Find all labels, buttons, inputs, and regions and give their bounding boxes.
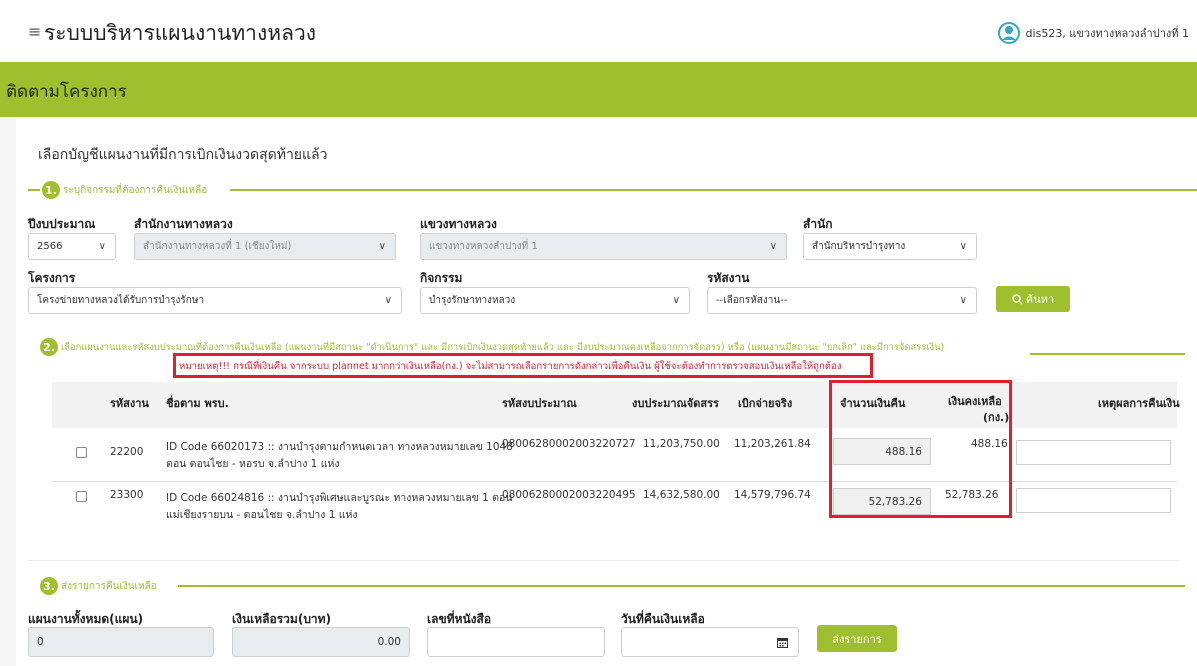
search-icon — [1012, 293, 1023, 304]
project-select[interactable]: โครงข่ายทางหลวงได้รับการบำรุงรักษา ∨ — [28, 287, 402, 314]
section3-divider — [178, 585, 1185, 587]
section1-number: 1. — [42, 181, 60, 199]
section1-legend: 1. ระบุกิจกรรมที่ต้องการคืนเงินเหลือ — [28, 181, 207, 199]
col-code: รหัสงาน — [110, 397, 149, 410]
row-code: 22200 — [110, 446, 144, 458]
section2-number: 2. — [40, 338, 58, 356]
row-paid: 14,579,796.74 — [734, 489, 811, 501]
submit-button[interactable]: ส่งรายการ — [817, 625, 897, 652]
fiscal-year-label: ปีงบประมาณ — [28, 217, 96, 231]
fiscal-year-value: 2566 — [37, 241, 63, 252]
hamburger-icon[interactable]: ≡ — [28, 22, 41, 41]
calendar-icon[interactable] — [777, 637, 788, 648]
row-checkbox[interactable] — [76, 447, 87, 458]
row-name-line1: ID Code 66024816 :: งานบำรุงพิเศษและบูรณ… — [166, 492, 513, 504]
bureau-value: สำนักบริหารบำรุงทาง — [812, 241, 906, 252]
total-remaining-field: 0.00 — [232, 627, 410, 657]
activity-select[interactable]: บำรุงรักษาทางหลวง ∨ — [420, 287, 690, 314]
row-name-line2: แม่เชียงรายบน - ดอนไชย จ.ลำปาง 1 แห่ง — [166, 509, 358, 521]
row-reason-input[interactable] — [1016, 440, 1171, 465]
row-reason-input[interactable] — [1016, 488, 1171, 513]
total-plans-field: 0 — [28, 627, 214, 657]
fiscal-year-select[interactable]: 2566 ∨ — [28, 233, 116, 260]
section3-number: 3. — [40, 577, 58, 595]
chevron-down-icon: ∨ — [98, 241, 106, 252]
user-menu[interactable]: dis523, แขวงทางหลวงลำปางที่ 1 — [997, 22, 1189, 44]
work-code-label: รหัสงาน — [707, 271, 750, 285]
lead-text: เลือกบัญชีแผนงานที่มีการเบิกเงินงวดสุดท้… — [38, 147, 328, 163]
refund-date-input[interactable] — [621, 627, 799, 657]
row-allocated: 14,632,580.00 — [643, 489, 720, 501]
user-label: dis523, แขวงทางหลวงลำปางที่ 1 — [1025, 27, 1189, 40]
row-paid: 11,203,261.84 — [734, 438, 811, 450]
project-value: โครงข่ายทางหลวงได้รับการบำรุงรักษา — [37, 295, 205, 306]
highway-district-value: แขวงทางหลวงลำปางที่ 1 — [429, 241, 538, 252]
col-allocated: งบประมาณจัดสรร — [632, 397, 719, 410]
row-checkbox[interactable] — [76, 491, 87, 502]
row-name-line1: ID Code 66020173 :: งานบำรุงตามกำหนดเวลา… — [166, 441, 513, 453]
section2-divider — [1030, 353, 1185, 355]
search-button-label: ค้นหา — [1025, 293, 1055, 306]
chevron-down-icon: ∨ — [378, 241, 386, 252]
chevron-down-icon: ∨ — [384, 295, 392, 306]
col-budget-code: รหัสงบประมาณ — [502, 397, 577, 410]
section1-divider — [230, 189, 1197, 191]
row-allocated: 11,203,750.00 — [643, 438, 720, 450]
work-code-select[interactable]: --เลือกรหัสงาน-- ∨ — [707, 287, 977, 314]
chevron-down-icon: ∨ — [959, 241, 967, 252]
section1-title: ระบุกิจกรรมที่ต้องการคืนเงินเหลือ — [63, 184, 208, 196]
doc-no-input[interactable] — [427, 627, 605, 657]
row-code: 23300 — [110, 489, 144, 501]
activity-label: กิจกรรม — [420, 271, 463, 285]
left-gutter — [0, 117, 16, 666]
chevron-down-icon: ∨ — [769, 241, 777, 252]
highway-district-label: แขวงทางหลวง — [420, 217, 497, 231]
row-name-line2: ตอน ดอนไชย - หอรบ จ.ลำปาง 1 แห่ง — [166, 458, 340, 470]
legend-line-left — [28, 189, 40, 191]
row-budget-code: 08006280002003220727 — [502, 438, 636, 450]
page-title: ติดตามโครงการ — [6, 82, 127, 102]
user-icon — [997, 22, 1020, 44]
row-budget-code: 08006280002003220495 — [502, 489, 636, 501]
activity-value: บำรุงรักษาทางหลวง — [429, 295, 516, 306]
work-code-value: --เลือกรหัสงาน-- — [716, 295, 788, 306]
refund-highlight-box — [829, 380, 1012, 518]
section3-title: ส่งรายการคืนเงินเหลือ — [61, 580, 157, 592]
warning-text: หมายเหตุ!!! กรณีที่เงินคืน จากระบบ plann… — [179, 361, 842, 372]
col-reason: เหตุผลการคืนเงิน — [1098, 397, 1180, 410]
highway-district-select[interactable]: แขวงทางหลวงลำปางที่ 1 ∨ — [420, 233, 787, 260]
project-label: โครงการ — [28, 271, 76, 285]
section-divider — [28, 560, 1178, 561]
bureau-label: สำนัก — [803, 217, 833, 231]
highway-office-label: สำนักงานทางหลวง — [134, 217, 233, 231]
search-button[interactable]: ค้นหา — [996, 286, 1070, 312]
app-title: ระบบบริหารแผนงานทางหลวง — [44, 21, 316, 45]
bureau-select[interactable]: สำนักบริหารบำรุงทาง ∨ — [803, 233, 977, 260]
highway-office-value: สำนักงานทางหลวงที่ 1 (เชียงใหม่) — [143, 241, 292, 252]
col-name: ชื่อตาม พรบ. — [166, 397, 229, 410]
highway-office-select[interactable]: สำนักงานทางหลวงที่ 1 (เชียงใหม่) ∨ — [134, 233, 396, 260]
page-header-bar: ติดตามโครงการ — [0, 62, 1197, 117]
section3-legend: 3. ส่งรายการคืนเงินเหลือ — [40, 577, 157, 595]
total-remaining-value: 0.00 — [377, 636, 401, 648]
chevron-down-icon: ∨ — [959, 295, 967, 306]
submit-button-label: ส่งรายการ — [832, 632, 882, 646]
top-bar: ≡ ระบบบริหารแผนงานทางหลวง dis523, แขวงทา… — [0, 0, 1197, 62]
chevron-down-icon: ∨ — [672, 295, 680, 306]
total-plans-value: 0 — [37, 636, 44, 648]
col-paid: เบิกจ่ายจริง — [738, 397, 793, 410]
